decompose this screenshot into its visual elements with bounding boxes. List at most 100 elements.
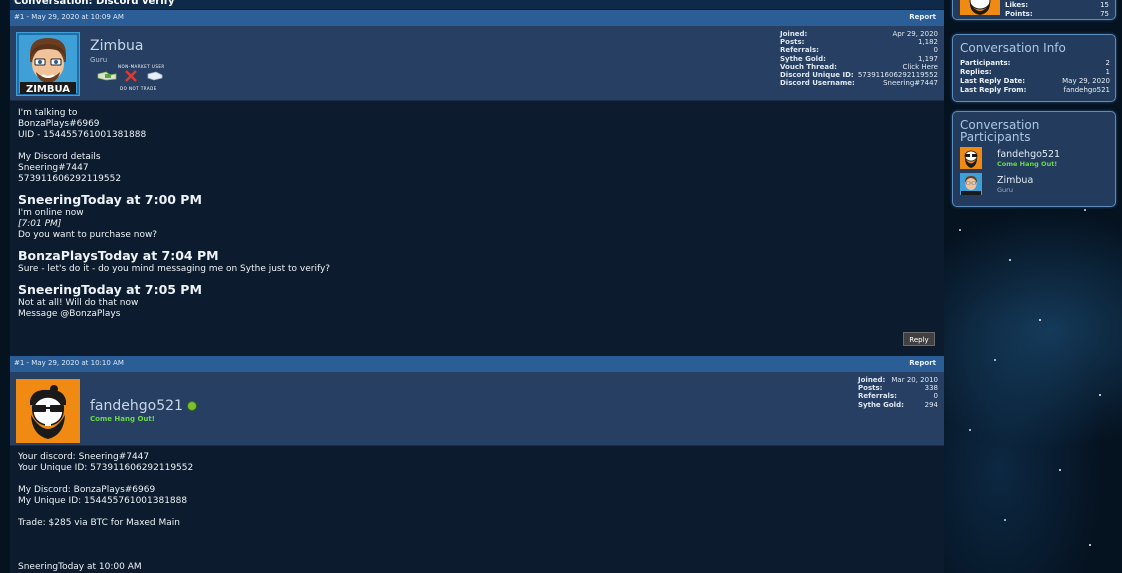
points-label: Points: [1005,10,1033,18]
info-label: Last Reply From: [960,86,1027,94]
likes-value: 15 [1100,1,1109,9]
info-value: 2 [1105,59,1110,67]
conversation-info-panel: Conversation Info Participants: 2 Replies… [952,34,1116,102]
message-line: Your Unique ID: 573911606292119552 [18,463,194,473]
message-heading: SneeringToday at 7:05 PM [18,282,202,297]
stat-value: 0 [933,46,938,55]
vouch-thread-link[interactable]: Click Here [902,63,938,71]
stat-row: Vouch Thread: Click Here [780,63,938,71]
user-stats: Joined: Mar 20, 2010 Posts: 338 Referrals:… [858,376,938,409]
user-title: Guru [90,56,108,64]
participants-panel: Conversation Participants fandehgo521 Co… [952,111,1116,207]
conversation-info-rows: Participants: 2 Replies: 1 Last Reply Date… [960,59,1110,95]
profile-stats: Likes: 15 Points: 75 [1005,1,1109,19]
stat-row: Likes: 15 [1005,1,1109,10]
user-title: Come Hang Out! [90,415,155,423]
report-link[interactable]: Report [909,356,936,371]
stat-row: Referrals: 0 [858,392,938,400]
stat-row: Joined: Mar 20, 2010 [858,376,938,384]
message-line: UID - 154455761001381888 [18,130,147,140]
message-line: SneeringToday at 10:00 AM [18,562,142,572]
participant-subtitle: Guru [997,186,1013,194]
message-line: My Discord details [18,152,101,162]
stat-label: Sythe Gold: [858,400,904,409]
fandehgo-avatar[interactable] [16,379,80,443]
badge-line2: DO NOT TRADE [120,86,157,91]
stat-label: Referrals: [780,46,819,55]
message-line: I'm online now [18,208,84,218]
message-line: Sure - let's do it - do you mind messagi… [18,264,331,274]
my-avatar[interactable] [960,0,1000,15]
stat-row: Referrals: 0 [780,46,938,54]
stat-label: Discord Unique ID: [780,71,854,80]
stat-label: Joined: [780,30,808,38]
participants-title-line2: Participants [960,130,1031,144]
message-heading: SneeringToday at 7:00 PM [18,192,202,207]
message-line: Do you want to purchase now? [18,230,158,240]
stat-label: Sythe Gold: [780,54,826,63]
participant-name-link[interactable]: fandehgo521 [997,149,1060,160]
stat-value: Mar 20, 2010 [891,376,938,384]
message-line: Not at all! Will do that now [18,298,139,308]
post-header: #1 - May 29, 2020 at 10:09 AM Report [10,10,944,25]
no-trade-icon [97,70,163,82]
participants-title: Conversation Participants [960,119,1039,143]
info-label: Last Reply Date: [960,77,1026,85]
stat-row: Discord Unique ID: 573911606292119552 [780,71,938,79]
stat-row: Sythe Gold: 294 [858,401,938,409]
conversation-main: Conversation: Discord verify #1 - May 29… [10,0,944,573]
message-line: 573911606292119552 [18,174,122,184]
message-line: [7:01 PM] [18,219,62,229]
info-row: Replies: 1 [960,68,1110,77]
message-heading: BonzaPlaysToday at 7:04 PM [18,248,219,263]
username[interactable]: fandehgo521 [90,398,183,414]
info-value: 1 [1105,68,1110,76]
last-reply-user-link[interactable]: fandehgo521 [1064,86,1110,95]
user-info-bar: fandehgo521 Come Hang Out! Joined: Mar 20… [10,371,944,446]
zimbua-avatar[interactable]: ZIMBUA [16,32,80,96]
post-number: #1 - May 29, 2020 at 10:09 AM [14,13,124,21]
market-badges: NON-MARKET USER DO NOT TRADE [96,64,166,91]
message-line: Trade: $285 via BTC for Maxed Main [18,518,180,528]
post-body: I'm talking to BonzaPlays#6969 UID - 154… [18,108,330,320]
reply-button[interactable]: Reply [903,332,935,346]
message-line: Message @BonzaPlays [18,309,121,319]
user-stats: Joined: Apr 29, 2020 Posts: 1,182 Referral… [780,30,938,87]
participant-name-link[interactable]: Zimbua [997,175,1033,186]
stat-value: 573911606292119552 [857,71,938,80]
profile-stats-panel: Likes: 15 Points: 75 [952,0,1116,20]
info-row: Last Reply Date: May 29, 2020 [960,77,1110,86]
post-body: Your discord: Sneering#7447 Your Unique … [18,452,193,573]
username[interactable]: Zimbua [90,38,143,54]
stat-value: 0 [933,392,938,401]
online-status-icon [187,401,197,411]
stat-value: Sneering#7447 [883,79,938,88]
message-line: I'm talking to [18,108,78,118]
participant-avatar[interactable] [960,173,982,195]
stat-row: Posts: 338 [858,384,938,392]
stat-label: Joined: [858,376,886,384]
stat-value: 1,197 [917,54,938,63]
conversation-title: Conversation: Discord verify [10,0,944,9]
report-link[interactable]: Report [909,10,936,25]
message-line: BonzaPlays#6969 [18,119,100,129]
svg-text:ZIMBUA: ZIMBUA [26,84,70,95]
stat-label: Posts: [780,38,805,47]
likes-label: Likes: [1005,1,1029,9]
stat-value: 294 [924,400,938,409]
stat-value: 338 [924,384,938,393]
message-line: Sneering#7447 [18,163,89,173]
user-info-bar: ZIMBUA Zimbua Guru NON-MARKET USER DO NO… [10,25,944,101]
info-row: Last Reply From: fandehgo521 [960,86,1110,95]
stat-value: Apr 29, 2020 [892,30,938,38]
stat-row: Joined: Apr 29, 2020 [780,30,938,38]
info-value: May 29, 2020 [1062,77,1110,85]
post-number: #1 - May 29, 2020 at 10:10 AM [14,359,124,367]
participant-subtitle: Come Hang Out! [997,160,1058,168]
info-label: Participants: [960,59,1011,67]
points-value: 75 [1100,10,1109,18]
message-line: Your discord: Sneering#7447 [18,452,150,462]
info-label: Replies: [960,68,992,76]
participant-avatar[interactable] [960,147,982,169]
stat-value: 1,182 [917,38,938,47]
